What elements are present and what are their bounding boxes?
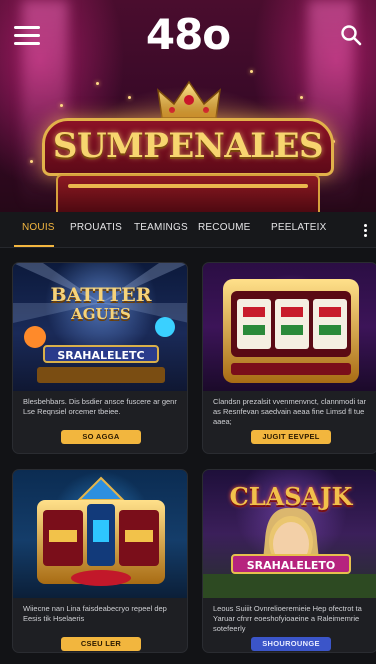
- tab-teamings[interactable]: TEAMINGS: [134, 222, 188, 233]
- game-thumbnail: CLASAJK SRAHALELETO: [203, 470, 376, 598]
- game-card[interactable]: BATTTER AGUES SRAHALELETC Blesbehbars. D…: [12, 262, 188, 454]
- category-tabs: NOUIS PROUATIS TEAMINGS RECOUME PEELATEI…: [0, 212, 376, 248]
- sparkle: [60, 104, 63, 107]
- sparkle: [300, 96, 303, 99]
- tab-recoume[interactable]: RECOUME: [198, 222, 251, 233]
- game-logo: CLASAJK: [229, 482, 353, 511]
- slot-machine-illustration: [37, 476, 165, 586]
- play-button[interactable]: CSEU LER: [61, 637, 141, 651]
- slot-machine-base: [56, 174, 320, 212]
- active-tab-indicator: [14, 245, 54, 247]
- game-card[interactable]: CLASAJK SRAHALELETO Leous Suiiit Ovnreli…: [202, 469, 376, 653]
- tab-prouatis[interactable]: PROUATIS: [70, 222, 122, 233]
- sparkle: [96, 82, 99, 85]
- game-logo-line1: BATTTER: [50, 284, 152, 306]
- crown-icon: [156, 80, 222, 119]
- game-description: Blesbehbars. Dis bsdier ansce fuscere ar…: [23, 397, 177, 416]
- more-options-icon[interactable]: [360, 224, 370, 238]
- play-button[interactable]: SHOUROUNGE: [251, 637, 331, 651]
- play-button[interactable]: JUGIT EEVPEL: [251, 430, 331, 444]
- slot-machine-illustration: [223, 279, 359, 383]
- search-icon[interactable]: [340, 24, 362, 46]
- hero-title: SUMPENALES: [52, 126, 324, 166]
- game-description: Leous Suiiit Ovnrelioeremieie Hep ofectr…: [213, 604, 362, 633]
- game-card[interactable]: Wiiecne nan Lina faisdeabecryo repeel de…: [12, 469, 188, 653]
- game-plaque: SRAHALELETC: [43, 345, 159, 363]
- hero-title-banner: SUMPENALES: [42, 118, 334, 176]
- sparkle: [128, 96, 131, 99]
- spotlight-rays: [13, 263, 187, 383]
- game-thumbnail: [13, 470, 187, 598]
- tab-peelateix[interactable]: PEELATEIX: [271, 222, 327, 233]
- hero-banner: 48o SUMPENALES: [0, 0, 376, 212]
- sparkle: [30, 160, 33, 163]
- game-description: Clandsn prezalsit vvenmenvnct, clannmodi…: [213, 397, 366, 426]
- play-button[interactable]: SO AGGA: [61, 430, 141, 444]
- site-logo[interactable]: 48o: [0, 10, 376, 59]
- sparkle: [250, 70, 253, 73]
- tab-nouis[interactable]: NOUIS: [22, 222, 55, 233]
- game-card[interactable]: Clandsn prezalsit vvenmenvnct, clannmodi…: [202, 262, 376, 454]
- top-bar: 48o: [0, 0, 376, 70]
- game-thumbnail: BATTTER AGUES SRAHALELETC: [13, 263, 187, 391]
- game-description: Wiiecne nan Lina faisdeabecryo repeel de…: [23, 604, 167, 623]
- game-plaque: SRAHALELETO: [231, 554, 351, 574]
- game-thumbnail: [203, 263, 376, 391]
- game-logo-line2: AGUES: [71, 305, 131, 323]
